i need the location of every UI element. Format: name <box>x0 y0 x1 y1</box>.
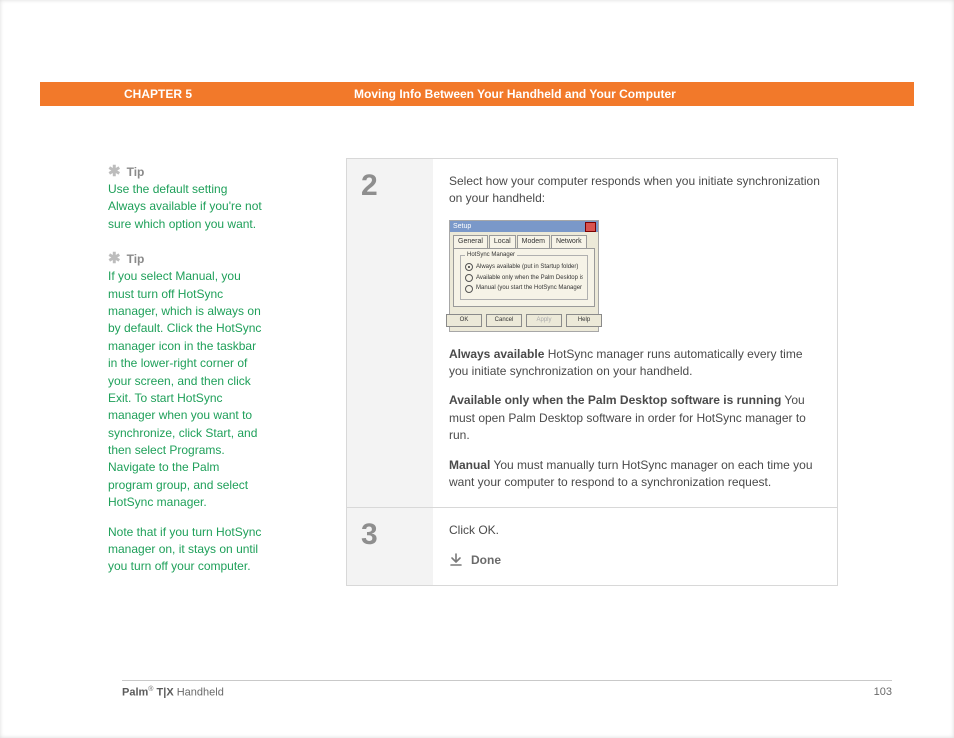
done-label: Done <box>471 552 501 569</box>
radio-option: Available only when the Palm Desktop is … <box>465 274 583 283</box>
option-desc: Manual You must manually turn HotSync ma… <box>449 457 821 492</box>
dialog-title: Setup <box>453 222 471 232</box>
tip-text: Use the default setting Always available… <box>108 181 264 233</box>
tip-block: ✱ Tip If you select Manual, you must tur… <box>108 251 264 576</box>
product-name: Palm® T|X Handheld <box>122 686 224 699</box>
tip-label: Tip <box>127 252 145 266</box>
page-number: 103 <box>874 686 892 699</box>
tip-block: ✱ Tip Use the default setting Always ava… <box>108 164 264 233</box>
step-body: Select how your computer responds when y… <box>433 159 837 507</box>
setup-dialog: Setup General Local Modem Network HotSyn… <box>449 220 599 332</box>
tip-body: Use the default setting Always available… <box>108 181 264 233</box>
radio-label: Manual (you start the HotSync Manager yo… <box>476 284 583 293</box>
product-model: T|X <box>153 687 173 699</box>
dialog-inner: HotSync Manager Always available (put in… <box>453 248 595 307</box>
asterisk-icon: ✱ <box>108 164 121 179</box>
option-label: Always available <box>449 347 544 361</box>
option-desc: Available only when the Palm Desktop sof… <box>449 392 821 444</box>
download-done-icon <box>449 553 463 567</box>
step-intro: Select how your computer responds when y… <box>449 173 821 208</box>
tab-network: Network <box>551 235 587 248</box>
step-body: Click OK. Done <box>433 508 837 585</box>
radio-option: Manual (you start the HotSync Manager yo… <box>465 284 583 293</box>
option-label: Available only when the Palm Desktop sof… <box>449 393 781 407</box>
tab-modem: Modem <box>517 235 550 248</box>
tab-general: General <box>453 235 488 248</box>
help-button: Help <box>566 314 602 327</box>
step-row: 2 Select how your computer responds when… <box>347 159 837 508</box>
radio-label: Available only when the Palm Desktop is … <box>476 274 583 283</box>
tip-text: Note that if you turn HotSync manager on… <box>108 524 264 576</box>
chapter-header: CHAPTER 5 Moving Info Between Your Handh… <box>40 82 914 106</box>
tip-text: If you select Manual, you must turn off … <box>108 268 264 511</box>
radio-option: Always available (put in Startup folder) <box>465 263 583 272</box>
close-icon <box>585 222 596 232</box>
sidebar-tips: ✱ Tip Use the default setting Always ava… <box>108 164 264 594</box>
done-row: Done <box>449 552 821 569</box>
cancel-button: Cancel <box>486 314 522 327</box>
tip-heading: ✱ Tip <box>108 164 264 179</box>
apply-button: Apply <box>526 314 562 327</box>
option-label: Manual <box>449 458 490 472</box>
product-brand: Palm <box>122 687 148 699</box>
step-number: 3 <box>347 508 433 585</box>
dialog-group: HotSync Manager Always available (put in… <box>460 255 588 300</box>
radio-icon <box>465 285 473 293</box>
dialog-buttons: OK Cancel Apply Help <box>450 310 598 331</box>
radio-label: Always available (put in Startup folder) <box>476 263 578 272</box>
page-title: Moving Info Between Your Handheld and Yo… <box>354 87 676 101</box>
step-row: 3 Click OK. Done <box>347 508 837 585</box>
step-number: 2 <box>347 159 433 507</box>
steps-panel: 2 Select how your computer responds when… <box>346 158 838 586</box>
radio-icon <box>465 274 473 282</box>
page-footer: Palm® T|X Handheld 103 <box>122 686 892 699</box>
asterisk-icon: ✱ <box>108 251 121 266</box>
tip-body: If you select Manual, you must turn off … <box>108 268 264 576</box>
tip-label: Tip <box>127 165 145 179</box>
product-suffix: Handheld <box>174 687 224 699</box>
step-text: Click OK. <box>449 522 821 539</box>
ok-button: OK <box>446 314 482 327</box>
dialog-titlebar: Setup <box>450 221 598 232</box>
tip-heading: ✱ Tip <box>108 251 264 266</box>
footer-rule <box>122 680 892 681</box>
tab-local: Local <box>489 235 516 248</box>
dialog-tabs: General Local Modem Network <box>450 232 598 248</box>
group-legend: HotSync Manager <box>465 251 517 260</box>
chapter-label: CHAPTER 5 <box>40 87 354 101</box>
option-desc: Always available HotSync manager runs au… <box>449 346 821 381</box>
option-text: You must manually turn HotSync manager o… <box>449 458 813 489</box>
radio-icon <box>465 263 473 271</box>
